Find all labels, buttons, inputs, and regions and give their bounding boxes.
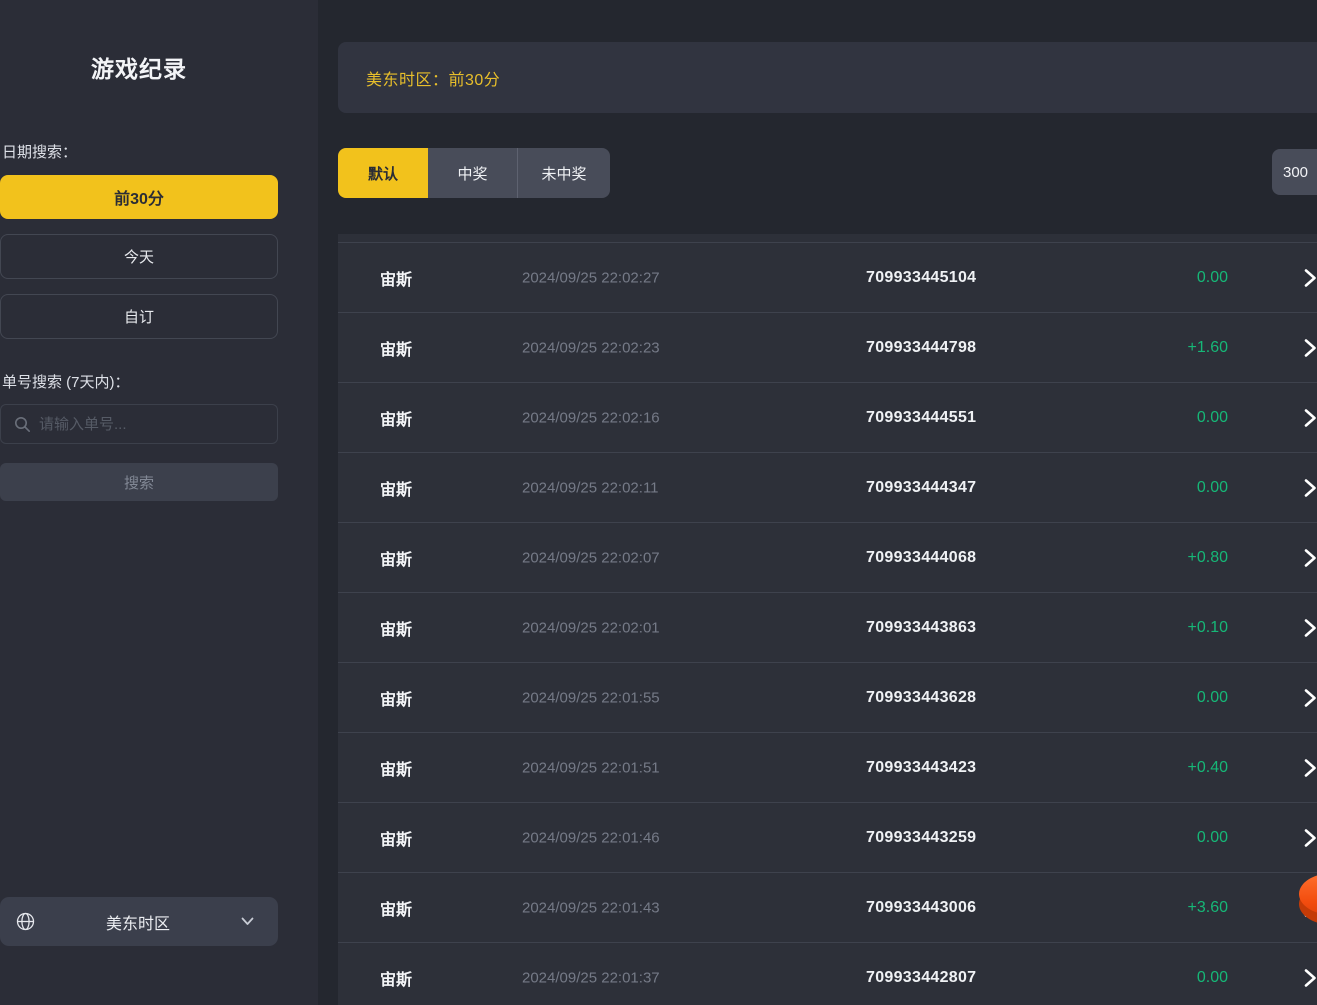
- filter-summary-card: 美东时区：前30分: [338, 42, 1317, 113]
- table-row[interactable]: 宙斯 2024/09/25 22:02:01 709933443863 +0.1…: [338, 592, 1317, 662]
- game-name: 宙斯: [380, 826, 412, 850]
- game-name: 宙斯: [380, 406, 412, 430]
- chevron-right-icon[interactable]: [1304, 548, 1317, 568]
- table-row[interactable]: 宙斯 2024/09/25 22:01:51 709933443423 +0.4…: [338, 732, 1317, 802]
- chevron-down-icon: [241, 917, 254, 926]
- main-content: 美东时区：前30分 默认 中奖 未中奖 300 宙斯 2024/09/25 22…: [318, 0, 1317, 1005]
- order-number: 709933444551: [866, 409, 976, 427]
- table-row[interactable]: 宙斯 2024/09/25 22:01:37 709933442807 0.00: [338, 942, 1317, 1005]
- date-search-label: 日期搜索：: [2, 141, 77, 162]
- date-option-last30min[interactable]: 前30分: [0, 175, 278, 219]
- game-name: 宙斯: [380, 616, 412, 640]
- bet-time: 2024/09/25 22:01:46: [522, 829, 660, 846]
- chevron-right-icon[interactable]: [1304, 338, 1317, 358]
- chevron-right-icon[interactable]: [1304, 898, 1317, 918]
- game-name: 宙斯: [380, 546, 412, 570]
- chevron-right-icon[interactable]: [1304, 478, 1317, 498]
- order-search-label: 单号搜索 (7天内)：: [2, 371, 130, 392]
- result-tabs: 默认 中奖 未中奖: [338, 148, 610, 198]
- bet-time: 2024/09/25 22:01:43: [522, 899, 660, 916]
- amount-value: 0.00: [1096, 829, 1228, 847]
- amount-value: +0.80: [1096, 549, 1228, 567]
- order-number: 709933443423: [866, 759, 976, 777]
- bet-time: 2024/09/25 22:02:01: [522, 619, 660, 636]
- tab-not-won[interactable]: 未中奖: [518, 148, 610, 198]
- tab-default[interactable]: 默认: [338, 148, 428, 198]
- bet-time: 2024/09/25 22:02:11: [522, 479, 659, 496]
- game-name: 宙斯: [380, 336, 412, 360]
- game-name: 宙斯: [380, 966, 412, 990]
- game-name: 宙斯: [380, 686, 412, 710]
- amount-value: +3.60: [1096, 899, 1228, 917]
- amount-value: 0.00: [1096, 479, 1228, 497]
- order-number: 709933442807: [866, 969, 976, 987]
- order-number: 709933444347: [866, 479, 976, 497]
- bet-time: 2024/09/25 22:02:07: [522, 549, 660, 566]
- order-number: 709933444068: [866, 549, 976, 567]
- order-number: 709933445104: [866, 269, 976, 287]
- bet-time: 2024/09/25 22:01:37: [522, 969, 660, 986]
- order-search-input[interactable]: [39, 416, 277, 433]
- chevron-right-icon[interactable]: [1304, 688, 1317, 708]
- order-number: 709933443259: [866, 829, 976, 847]
- tab-won[interactable]: 中奖: [428, 148, 518, 198]
- table-row[interactable]: 宙斯 2024/09/25 22:02:23 709933444798 +1.6…: [338, 312, 1317, 382]
- filter-summary-text: 美东时区：前30分: [366, 66, 500, 90]
- sidebar: 游戏纪录 日期搜索： 前30分 今天 自订 单号搜索 (7天内)： 搜索 美东时…: [0, 0, 318, 1005]
- order-number: 709933443863: [866, 619, 976, 637]
- date-option-custom[interactable]: 自订: [0, 294, 278, 339]
- records-list: 宙斯 2024/09/25 22:02:27 709933445104 0.00…: [338, 234, 1317, 1005]
- amount-value: +0.40: [1096, 759, 1228, 777]
- page-size-badge[interactable]: 300: [1272, 149, 1317, 195]
- chevron-right-icon[interactable]: [1304, 618, 1317, 638]
- bet-time: 2024/09/25 22:02:16: [522, 409, 660, 426]
- amount-value: +1.60: [1096, 339, 1228, 357]
- bet-time: 2024/09/25 22:02:27: [522, 269, 660, 286]
- chevron-right-icon[interactable]: [1304, 758, 1317, 778]
- amount-value: +0.10: [1096, 619, 1228, 637]
- chevron-right-icon[interactable]: [1304, 828, 1317, 848]
- bet-time: 2024/09/25 22:01:55: [522, 689, 660, 706]
- amount-value: 0.00: [1096, 969, 1228, 987]
- table-row[interactable]: 宙斯 2024/09/25 22:02:07 709933444068 +0.8…: [338, 522, 1317, 592]
- timezone-selector[interactable]: 美东时区: [0, 897, 278, 946]
- timezone-label: 美东时区: [35, 910, 241, 934]
- amount-value: 0.00: [1096, 269, 1228, 287]
- game-name: 宙斯: [380, 896, 412, 920]
- search-button[interactable]: 搜索: [0, 463, 278, 501]
- order-search-box[interactable]: [0, 404, 278, 444]
- game-name: 宙斯: [380, 266, 412, 290]
- bet-time: 2024/09/25 22:02:23: [522, 339, 660, 356]
- order-number: 709933443006: [866, 899, 976, 917]
- table-row[interactable]: 宙斯 2024/09/25 22:01:55 709933443628 0.00: [338, 662, 1317, 732]
- chevron-right-icon[interactable]: [1304, 408, 1317, 428]
- search-icon: [14, 416, 31, 433]
- table-row[interactable]: 宙斯 2024/09/25 22:01:46 709933443259 0.00: [338, 802, 1317, 872]
- table-row[interactable]: 宙斯 2024/09/25 22:02:27 709933445104 0.00: [338, 242, 1317, 312]
- game-name: 宙斯: [380, 476, 412, 500]
- globe-icon: [16, 912, 35, 931]
- chevron-right-icon[interactable]: [1304, 268, 1317, 288]
- list-top-sliver: [338, 234, 1317, 242]
- order-number: 709933443628: [866, 689, 976, 707]
- page-title: 游戏纪录: [0, 50, 278, 84]
- table-row[interactable]: 宙斯 2024/09/25 22:02:11 709933444347 0.00: [338, 452, 1317, 522]
- table-row[interactable]: 宙斯 2024/09/25 22:02:16 709933444551 0.00: [338, 382, 1317, 452]
- order-number: 709933444798: [866, 339, 976, 357]
- game-name: 宙斯: [380, 756, 412, 780]
- amount-value: 0.00: [1096, 689, 1228, 707]
- chevron-right-icon[interactable]: [1304, 968, 1317, 988]
- date-option-today[interactable]: 今天: [0, 234, 278, 279]
- table-row[interactable]: 宙斯 2024/09/25 22:01:43 709933443006 +3.6…: [338, 872, 1317, 942]
- bet-time: 2024/09/25 22:01:51: [522, 759, 660, 776]
- amount-value: 0.00: [1096, 409, 1228, 427]
